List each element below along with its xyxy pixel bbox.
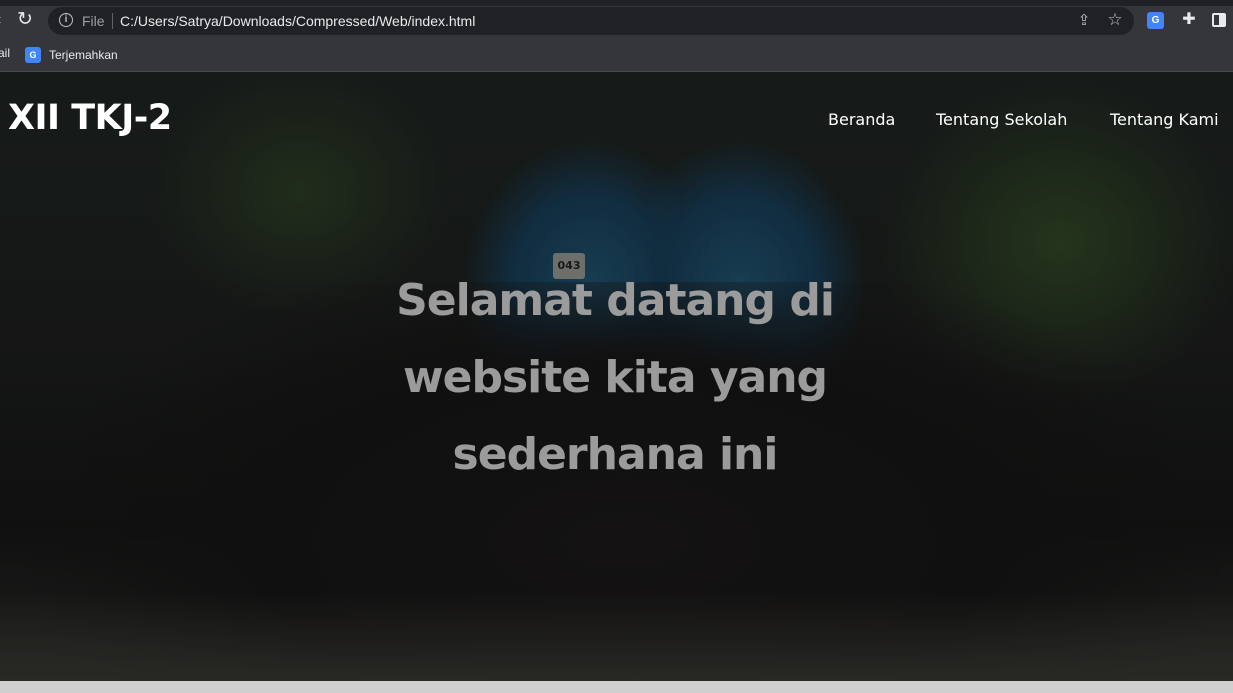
- puzzle-icon[interactable]: ✚: [1180, 11, 1198, 29]
- omnibox-separator: [112, 13, 113, 29]
- bookmark-item-terjemahkan[interactable]: G Terjemahkan: [25, 45, 118, 65]
- bookmark-item-partial[interactable]: ail: [0, 46, 10, 60]
- page-bottom-strip: [0, 681, 1233, 693]
- side-panel-icon[interactable]: [1212, 13, 1226, 27]
- reload-icon[interactable]: ↻: [14, 9, 36, 31]
- hero-heading: Selamat datang di website kita yang sede…: [396, 275, 835, 480]
- url-text[interactable]: C:/Users/Satrya/Downloads/Compressed/Web…: [120, 13, 475, 29]
- bookmarks-bar: ail G Terjemahkan: [0, 40, 1233, 72]
- site-brand[interactable]: XII TKJ-2: [8, 98, 172, 138]
- share-icon[interactable]: ⇪: [1075, 12, 1093, 30]
- tab-strip-edge: [0, 0, 1233, 6]
- address-bar[interactable]: i File C:/Users/Satrya/Downloads/Compres…: [48, 7, 1134, 35]
- star-icon[interactable]: ☆: [1106, 11, 1124, 29]
- google-translate-icon: G: [25, 47, 41, 63]
- google-translate-icon[interactable]: G: [1147, 12, 1164, 29]
- browser-toolbar: ‹ ↻ i File C:/Users/Satrya/Downloads/Com…: [0, 0, 1233, 40]
- nav-link-tentang-kami[interactable]: Tentang Kami: [1110, 110, 1219, 129]
- nav-link-tentang-sekolah[interactable]: Tentang Sekolah: [936, 110, 1067, 129]
- back-icon[interactable]: ‹: [0, 9, 1, 31]
- bookmark-label: Terjemahkan: [49, 48, 118, 62]
- info-icon[interactable]: i: [59, 13, 73, 27]
- file-label: File: [82, 13, 105, 29]
- page-viewport: 043 XII TKJ-2 Beranda Tentang Sekolah Te…: [0, 72, 1233, 681]
- nav-link-beranda[interactable]: Beranda: [828, 110, 895, 129]
